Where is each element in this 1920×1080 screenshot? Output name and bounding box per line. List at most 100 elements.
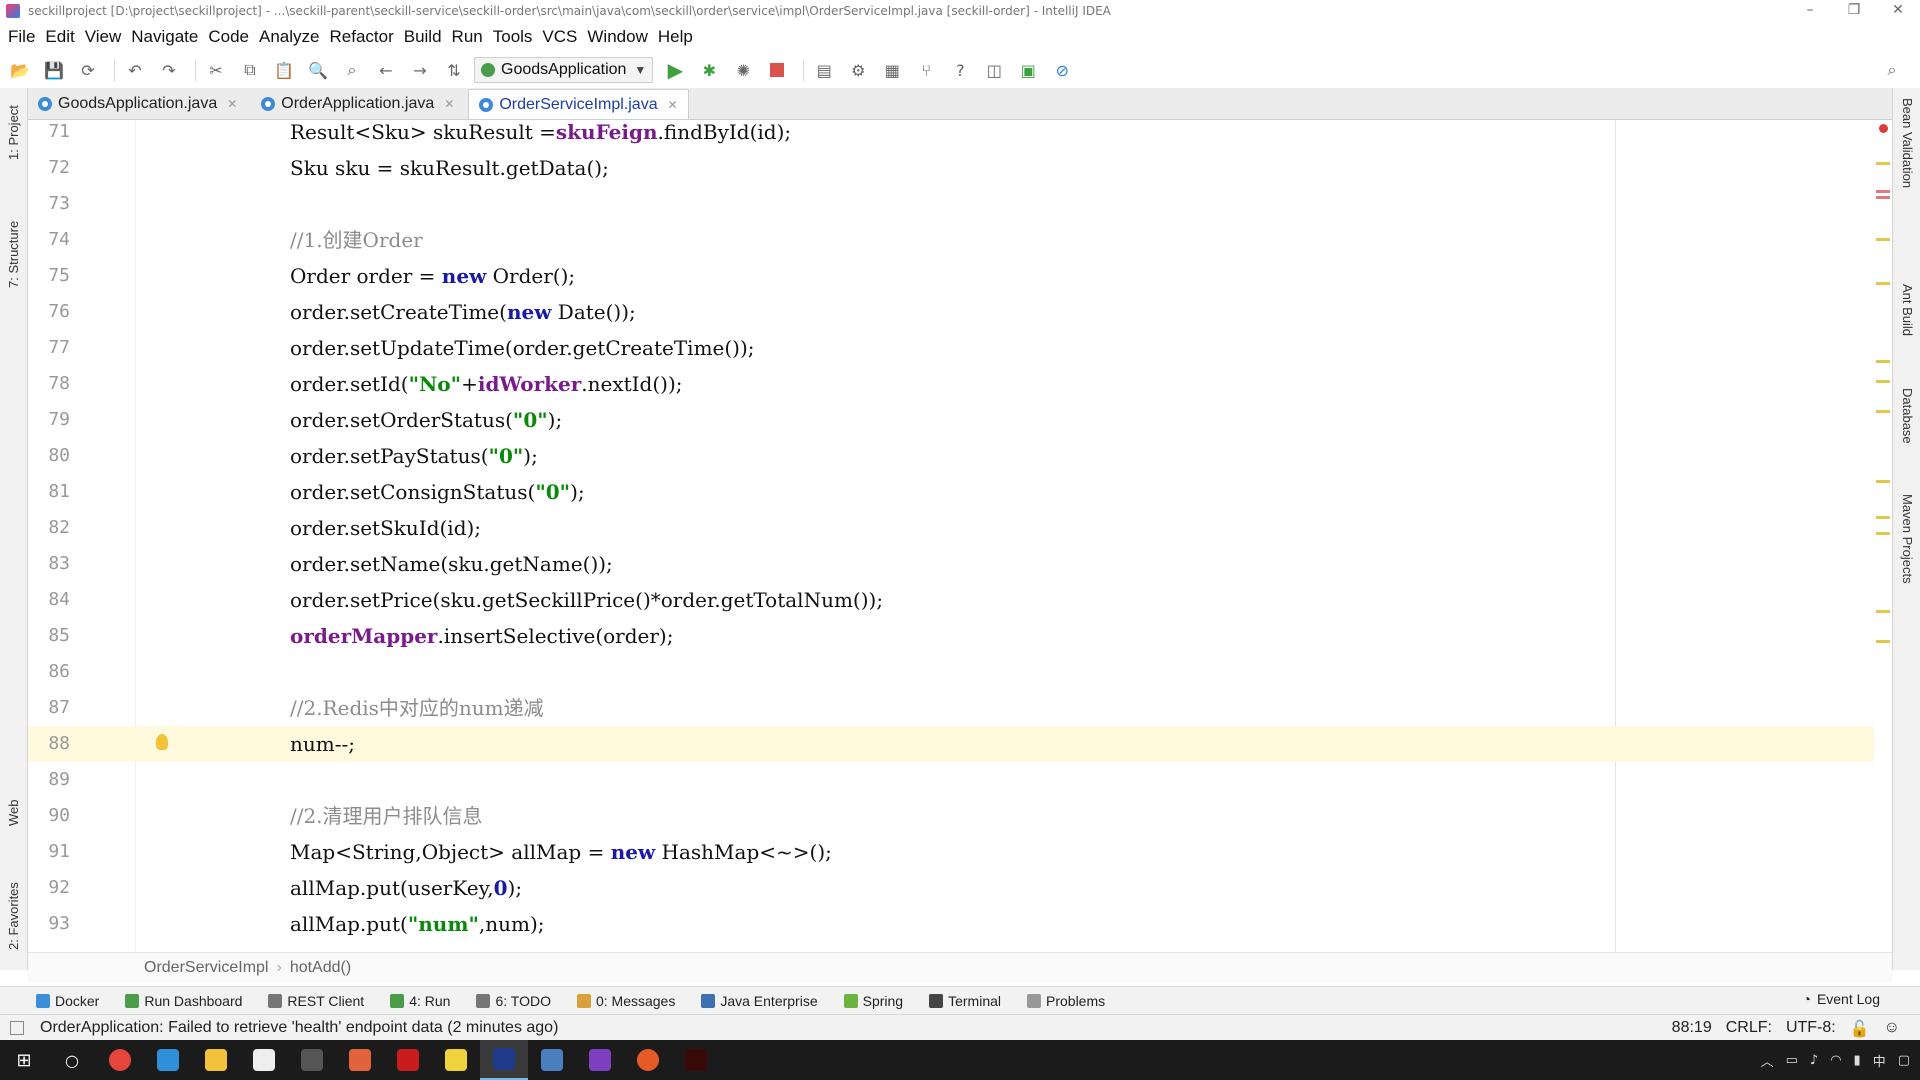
search-button[interactable]: ○ [48,1040,96,1080]
back-icon[interactable]: ← [372,56,400,84]
warning-mark[interactable] [1876,360,1890,363]
error-indicator-icon[interactable] [1879,124,1888,133]
line-number[interactable]: 83 [28,546,70,582]
line-number[interactable]: 86 [28,654,70,690]
code-text[interactable]: Sku sku = skuResult.getData(); [290,150,609,186]
code-line[interactable]: 80 order.setPayStatus("0"); [28,438,1892,474]
code-text[interactable]: order.setName(sku.getName()); [290,546,613,582]
lock-icon[interactable]: 🔓 [1850,1019,1870,1039]
code-text[interactable]: order.setConsignStatus("0"); [290,474,585,510]
ant-build-tool-button[interactable]: Ant Build [1900,284,1915,336]
line-number[interactable]: 72 [28,150,70,186]
warning-mark[interactable] [1876,282,1890,285]
code-line[interactable]: 93 allMap.put("num",num); [28,906,1892,942]
line-number[interactable]: 81 [28,474,70,510]
forward-icon[interactable]: → [406,56,434,84]
taskbar-app[interactable] [672,1040,720,1080]
taskbar-app[interactable] [288,1040,336,1080]
code-line[interactable]: 83 order.setName(sku.getName()); [28,546,1892,582]
warning-mark[interactable] [1876,162,1890,165]
code-text[interactable]: //2.清理用户排队信息 [290,798,483,834]
plugin-icon[interactable]: ◫ [980,56,1008,84]
code-line[interactable]: 74 //1.创建Order [28,222,1892,258]
breadcrumb-class[interactable]: OrderServiceImpl [144,959,268,977]
file-encoding[interactable]: UTF-8: [1786,1019,1836,1039]
bean-validation-tool-button[interactable]: Bean Validation [1900,98,1915,188]
line-number[interactable]: 76 [28,294,70,330]
line-number[interactable]: 78 [28,366,70,402]
project-structure-icon[interactable]: ▤ [810,56,838,84]
code-line[interactable]: 90 //2.清理用户排队信息 [28,798,1892,834]
code-text[interactable]: allMap.put(userKey,0); [290,870,522,906]
code-line[interactable]: 89 [28,762,1892,798]
cut-icon[interactable]: ✂ [202,56,230,84]
ime-icon[interactable]: 中 [1873,1051,1886,1070]
sdk-icon[interactable]: ▦ [878,56,906,84]
structure-tool-button[interactable]: 7: Structure [6,221,21,288]
menu-build[interactable]: Build [404,27,442,47]
code-line[interactable]: 85 orderMapper.insertSelective(order); [28,618,1892,654]
code-text[interactable]: order.setSkuId(id); [290,510,481,546]
warning-mark[interactable] [1876,410,1890,413]
line-number[interactable]: 79 [28,402,70,438]
run-icon[interactable]: ▶ [661,56,689,84]
line-number[interactable]: 91 [28,834,70,870]
hector-icon[interactable]: ☺ [1884,1019,1900,1039]
copy-icon[interactable]: ⧉ [236,56,264,84]
code-line[interactable]: 72 Sku sku = skuResult.getData(); [28,150,1892,186]
tool-window-run-dashboard[interactable]: Run Dashboard [125,993,242,1009]
code-text[interactable]: order.setPayStatus("0"); [290,438,538,474]
line-number[interactable]: 89 [28,762,70,798]
taskbar-app[interactable] [624,1040,672,1080]
project-tool-button[interactable]: 1: Project [6,105,21,160]
favorites-tool-button[interactable]: 2: Favorites [6,882,21,950]
disable-icon[interactable]: ⊘ [1048,56,1076,84]
line-number[interactable]: 85 [28,618,70,654]
line-number[interactable]: 84 [28,582,70,618]
tool-window-java-enterprise[interactable]: Java Enterprise [701,993,818,1009]
code-line[interactable]: 87 //2.Redis中对应的num递减 [28,690,1892,726]
line-number[interactable]: 80 [28,438,70,474]
tray-chevron-icon[interactable]: ︿ [1761,1051,1774,1070]
code-text[interactable]: allMap.put("num",num); [290,906,545,942]
line-number[interactable]: 82 [28,510,70,546]
code-text[interactable]: order.setCreateTime(new Date()); [290,294,636,330]
notification-icon[interactable]: ▢ [1898,1053,1910,1068]
help-icon[interactable]: ? [946,56,974,84]
tool-window-4-run[interactable]: 4: Run [390,993,450,1009]
paste-icon[interactable]: 📋 [270,56,298,84]
line-number[interactable]: 71 [28,120,70,150]
code-editor[interactable]: 71 Result<Sku> skuResult =skuFeign.findBy… [28,120,1892,952]
code-text[interactable]: //1.创建Order [290,222,423,258]
maven-projects-tool-button[interactable]: Maven Projects [1900,494,1915,584]
line-number[interactable]: 92 [28,870,70,906]
tool-window-terminal[interactable]: Terminal [929,993,1001,1009]
build-icon[interactable]: ⇅ [440,56,468,84]
restore-icon[interactable]: ❐ [1832,0,1876,22]
taskbar-explorer[interactable] [192,1040,240,1080]
tab-goods-application[interactable]: GoodsApplication.java ✕ [28,89,247,119]
tool-window-spring[interactable]: Spring [843,993,903,1009]
close-tab-icon[interactable]: ✕ [227,97,237,111]
coverage-icon[interactable]: ✺ [729,56,757,84]
code-text[interactable]: order.setOrderStatus("0"); [290,402,562,438]
code-text[interactable]: Map<String,Object> allMap = new HashMap<… [290,834,832,870]
code-text[interactable]: order.setUpdateTime(order.getCreateTime(… [290,330,755,366]
monitor-icon[interactable]: ▣ [1014,56,1042,84]
menu-help[interactable]: Help [658,27,693,47]
caret-position[interactable]: 88:19 [1672,1019,1712,1039]
code-line[interactable]: 92 allMap.put(userKey,0); [28,870,1892,906]
tool-window-0-messages[interactable]: 0: Messages [576,993,675,1009]
network-icon[interactable]: ▭ [1786,1053,1798,1068]
line-separator[interactable]: CRLF: [1726,1019,1772,1039]
vcs-icon[interactable]: ⑂ [912,56,940,84]
code-text[interactable]: Order order = new Order(); [290,258,575,294]
taskbar-app[interactable] [336,1040,384,1080]
lightbulb-icon[interactable] [156,734,168,750]
line-number[interactable]: 73 [28,186,70,222]
redo-icon[interactable]: ↷ [155,56,183,84]
breadcrumb-method[interactable]: hotAdd() [290,959,351,977]
code-line[interactable]: 78 order.setId("No"+idWorker.nextId()); [28,366,1892,402]
close-tab-icon[interactable]: ✕ [444,97,454,111]
find-icon[interactable]: 🔍 [304,56,332,84]
